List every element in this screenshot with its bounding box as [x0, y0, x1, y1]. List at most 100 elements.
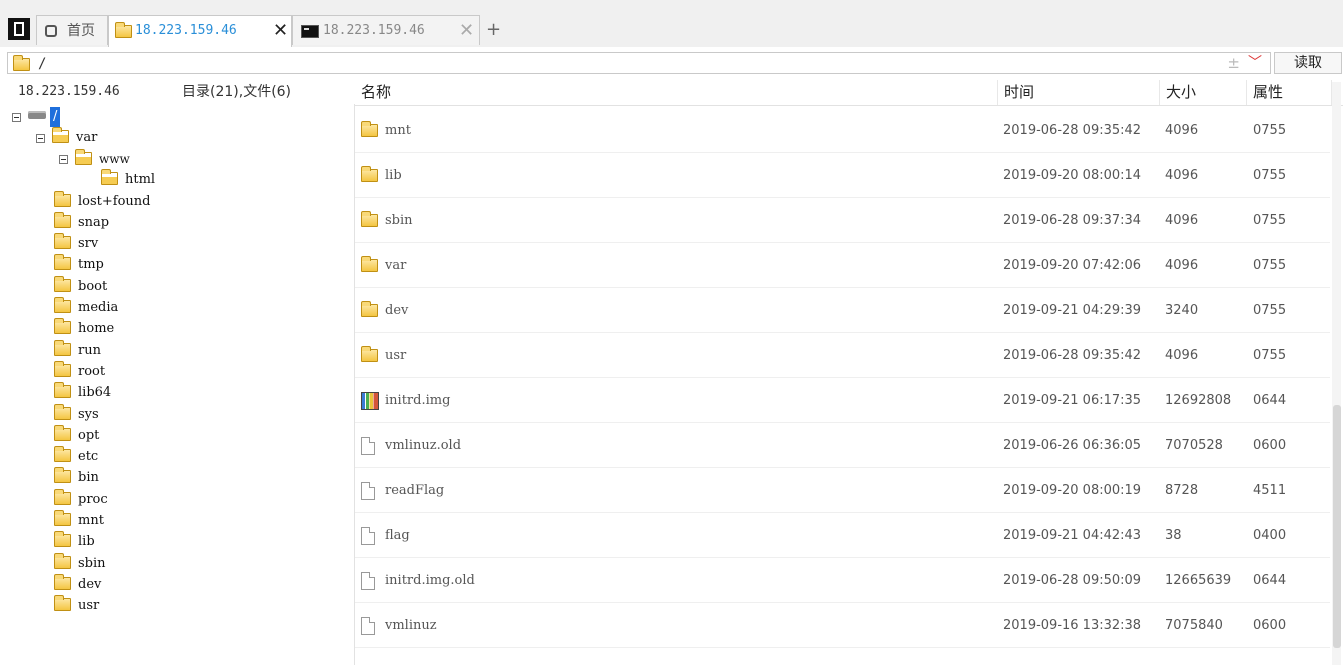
- table-row[interactable]: usr 2019-06-28 09:35:42 4096 0755: [355, 334, 1330, 378]
- tree-node[interactable]: dev: [54, 574, 102, 595]
- file-time: 2019-06-28 09:35:42: [1003, 348, 1142, 363]
- file-time: 2019-06-28 09:35:42: [1003, 123, 1142, 138]
- file-time: 2019-06-28 09:37:34: [1003, 213, 1142, 228]
- drive-icon: [28, 111, 46, 119]
- table-row[interactable]: sbin 2019-06-28 09:37:34 4096 0755: [355, 199, 1330, 243]
- tree-node[interactable]: lost+found: [54, 191, 151, 212]
- table-row[interactable]: lib 2019-09-20 08:00:14 4096 0755: [355, 154, 1330, 198]
- tree-node[interactable]: mnt: [54, 510, 104, 531]
- file-name: initrd.img: [385, 393, 451, 408]
- file-size: 12665639: [1165, 573, 1232, 588]
- column-header-time[interactable]: 时间: [998, 80, 1160, 105]
- tree-node[interactable]: opt: [54, 425, 99, 446]
- tree-node[interactable]: sbin: [54, 553, 106, 574]
- file-attr: 4511: [1253, 483, 1287, 498]
- tree-node[interactable]: bin: [54, 467, 99, 488]
- file-attr: 0400: [1253, 528, 1287, 543]
- tree-node[interactable]: lib64: [54, 382, 112, 403]
- tab-file-manager[interactable]: 18.223.159.46 ✕: [108, 15, 292, 47]
- tree-node[interactable]: boot: [54, 276, 108, 297]
- table-row[interactable]: initrd.img.old 2019-06-28 09:50:09 12665…: [355, 559, 1330, 603]
- file-size: 4096: [1165, 258, 1199, 273]
- column-header-attr[interactable]: 属性: [1247, 80, 1332, 105]
- table-row[interactable]: var 2019-09-20 07:42:06 4096 0755: [355, 244, 1330, 288]
- file-time: 2019-09-16 13:32:38: [1003, 618, 1142, 633]
- file-attr: 0644: [1253, 573, 1287, 588]
- tab-terminal[interactable]: 18.223.159.46 ✕: [292, 15, 480, 45]
- tree-node[interactable]: srv: [54, 233, 98, 254]
- folder-icon: [54, 446, 71, 462]
- folder-icon: [54, 297, 71, 313]
- plus-minus-icon[interactable]: ±: [1227, 53, 1240, 73]
- collapse-icon[interactable]: [59, 155, 68, 164]
- file-attr: 0644: [1253, 393, 1287, 408]
- file-attr: 0755: [1253, 123, 1287, 138]
- file-size: 38: [1165, 528, 1182, 543]
- column-header-size[interactable]: 大小: [1160, 80, 1247, 105]
- tree-node-label: dev: [78, 577, 102, 592]
- tree-node-label: lost+found: [78, 194, 151, 209]
- table-row[interactable]: dev 2019-09-21 04:29:39 3240 0755: [355, 289, 1330, 333]
- file-size: 7075840: [1165, 618, 1223, 633]
- file-name: vmlinuz: [385, 618, 437, 633]
- table-row[interactable]: vmlinuz 2019-09-16 13:32:38 7075840 0600: [355, 604, 1330, 648]
- folder-icon: [361, 301, 378, 317]
- file-name: dev: [385, 303, 409, 318]
- tree-node[interactable]: etc: [54, 446, 98, 467]
- path-input[interactable]: / ± ﹀: [7, 52, 1271, 74]
- tree-node[interactable]: proc: [54, 489, 108, 510]
- table-row[interactable]: readFlag 2019-09-20 08:00:19 8728 4511: [355, 469, 1330, 513]
- column-header-name[interactable]: 名称: [355, 80, 998, 105]
- folder-icon: [54, 531, 71, 547]
- tree-node-www[interactable]: www: [59, 149, 130, 169]
- table-row[interactable]: mnt 2019-06-28 09:35:42 4096 0755: [355, 109, 1330, 153]
- collapse-icon[interactable]: [12, 113, 21, 122]
- tree-node[interactable]: home: [54, 318, 114, 339]
- folder-icon: [54, 340, 71, 356]
- tree-node[interactable]: snap: [54, 212, 110, 233]
- tree-node-label: html: [125, 172, 156, 187]
- file-size: 4096: [1165, 213, 1199, 228]
- file-time: 2019-09-21 04:29:39: [1003, 303, 1142, 318]
- table-row[interactable]: initrd.img 2019-09-21 06:17:35 12692808 …: [355, 379, 1330, 423]
- tree-node-label: snap: [78, 215, 110, 230]
- close-icon[interactable]: ✕: [459, 16, 474, 46]
- table-row[interactable]: flag 2019-09-21 04:42:43 38 0400: [355, 514, 1330, 558]
- close-icon[interactable]: ✕: [273, 16, 288, 46]
- tree-node[interactable]: run: [54, 340, 101, 361]
- file-attr: 0600: [1253, 618, 1287, 633]
- table-row[interactable]: vmlinuz.old 2019-06-26 06:36:05 7070528 …: [355, 424, 1330, 468]
- tree-node[interactable]: root: [54, 361, 105, 382]
- file-name: mnt: [385, 123, 411, 138]
- tree-node[interactable]: lib: [54, 531, 95, 552]
- folder-icon: [54, 361, 71, 377]
- file-icon: [361, 572, 375, 590]
- collapse-icon[interactable]: [36, 134, 45, 143]
- folder-icon: [54, 318, 71, 334]
- folder-icon: [54, 276, 71, 292]
- tree-node-root[interactable]: /: [12, 107, 61, 127]
- file-name: flag: [385, 528, 410, 543]
- chevron-down-icon[interactable]: ﹀: [1248, 53, 1262, 73]
- tab-home-label: 首页: [67, 23, 95, 39]
- tree-node[interactable]: tmp: [54, 254, 104, 275]
- tree-node[interactable]: usr: [54, 595, 99, 616]
- tab-home[interactable]: 首页: [36, 15, 108, 45]
- file-time: 2019-06-28 09:50:09: [1003, 573, 1142, 588]
- file-name: initrd.img.old: [385, 573, 475, 588]
- folder-open-icon: [52, 127, 69, 143]
- path-value: /: [38, 56, 47, 72]
- read-button[interactable]: 读取: [1274, 52, 1342, 74]
- tree-node[interactable]: sys: [54, 404, 99, 425]
- add-tab-button[interactable]: +: [486, 20, 501, 40]
- tree-node-label: lib64: [78, 385, 112, 400]
- tree-node-var[interactable]: var: [36, 127, 97, 148]
- tree-node-html[interactable]: html: [101, 169, 156, 190]
- file-size: 3240: [1165, 303, 1199, 318]
- tree-node-label: boot: [78, 279, 108, 294]
- file-name: lib: [385, 168, 402, 183]
- count-label: 目录(21),文件(6): [182, 84, 292, 100]
- scrollbar-thumb[interactable]: [1333, 405, 1341, 648]
- file-time: 2019-09-21 06:17:35: [1003, 393, 1142, 408]
- tree-node[interactable]: media: [54, 297, 118, 318]
